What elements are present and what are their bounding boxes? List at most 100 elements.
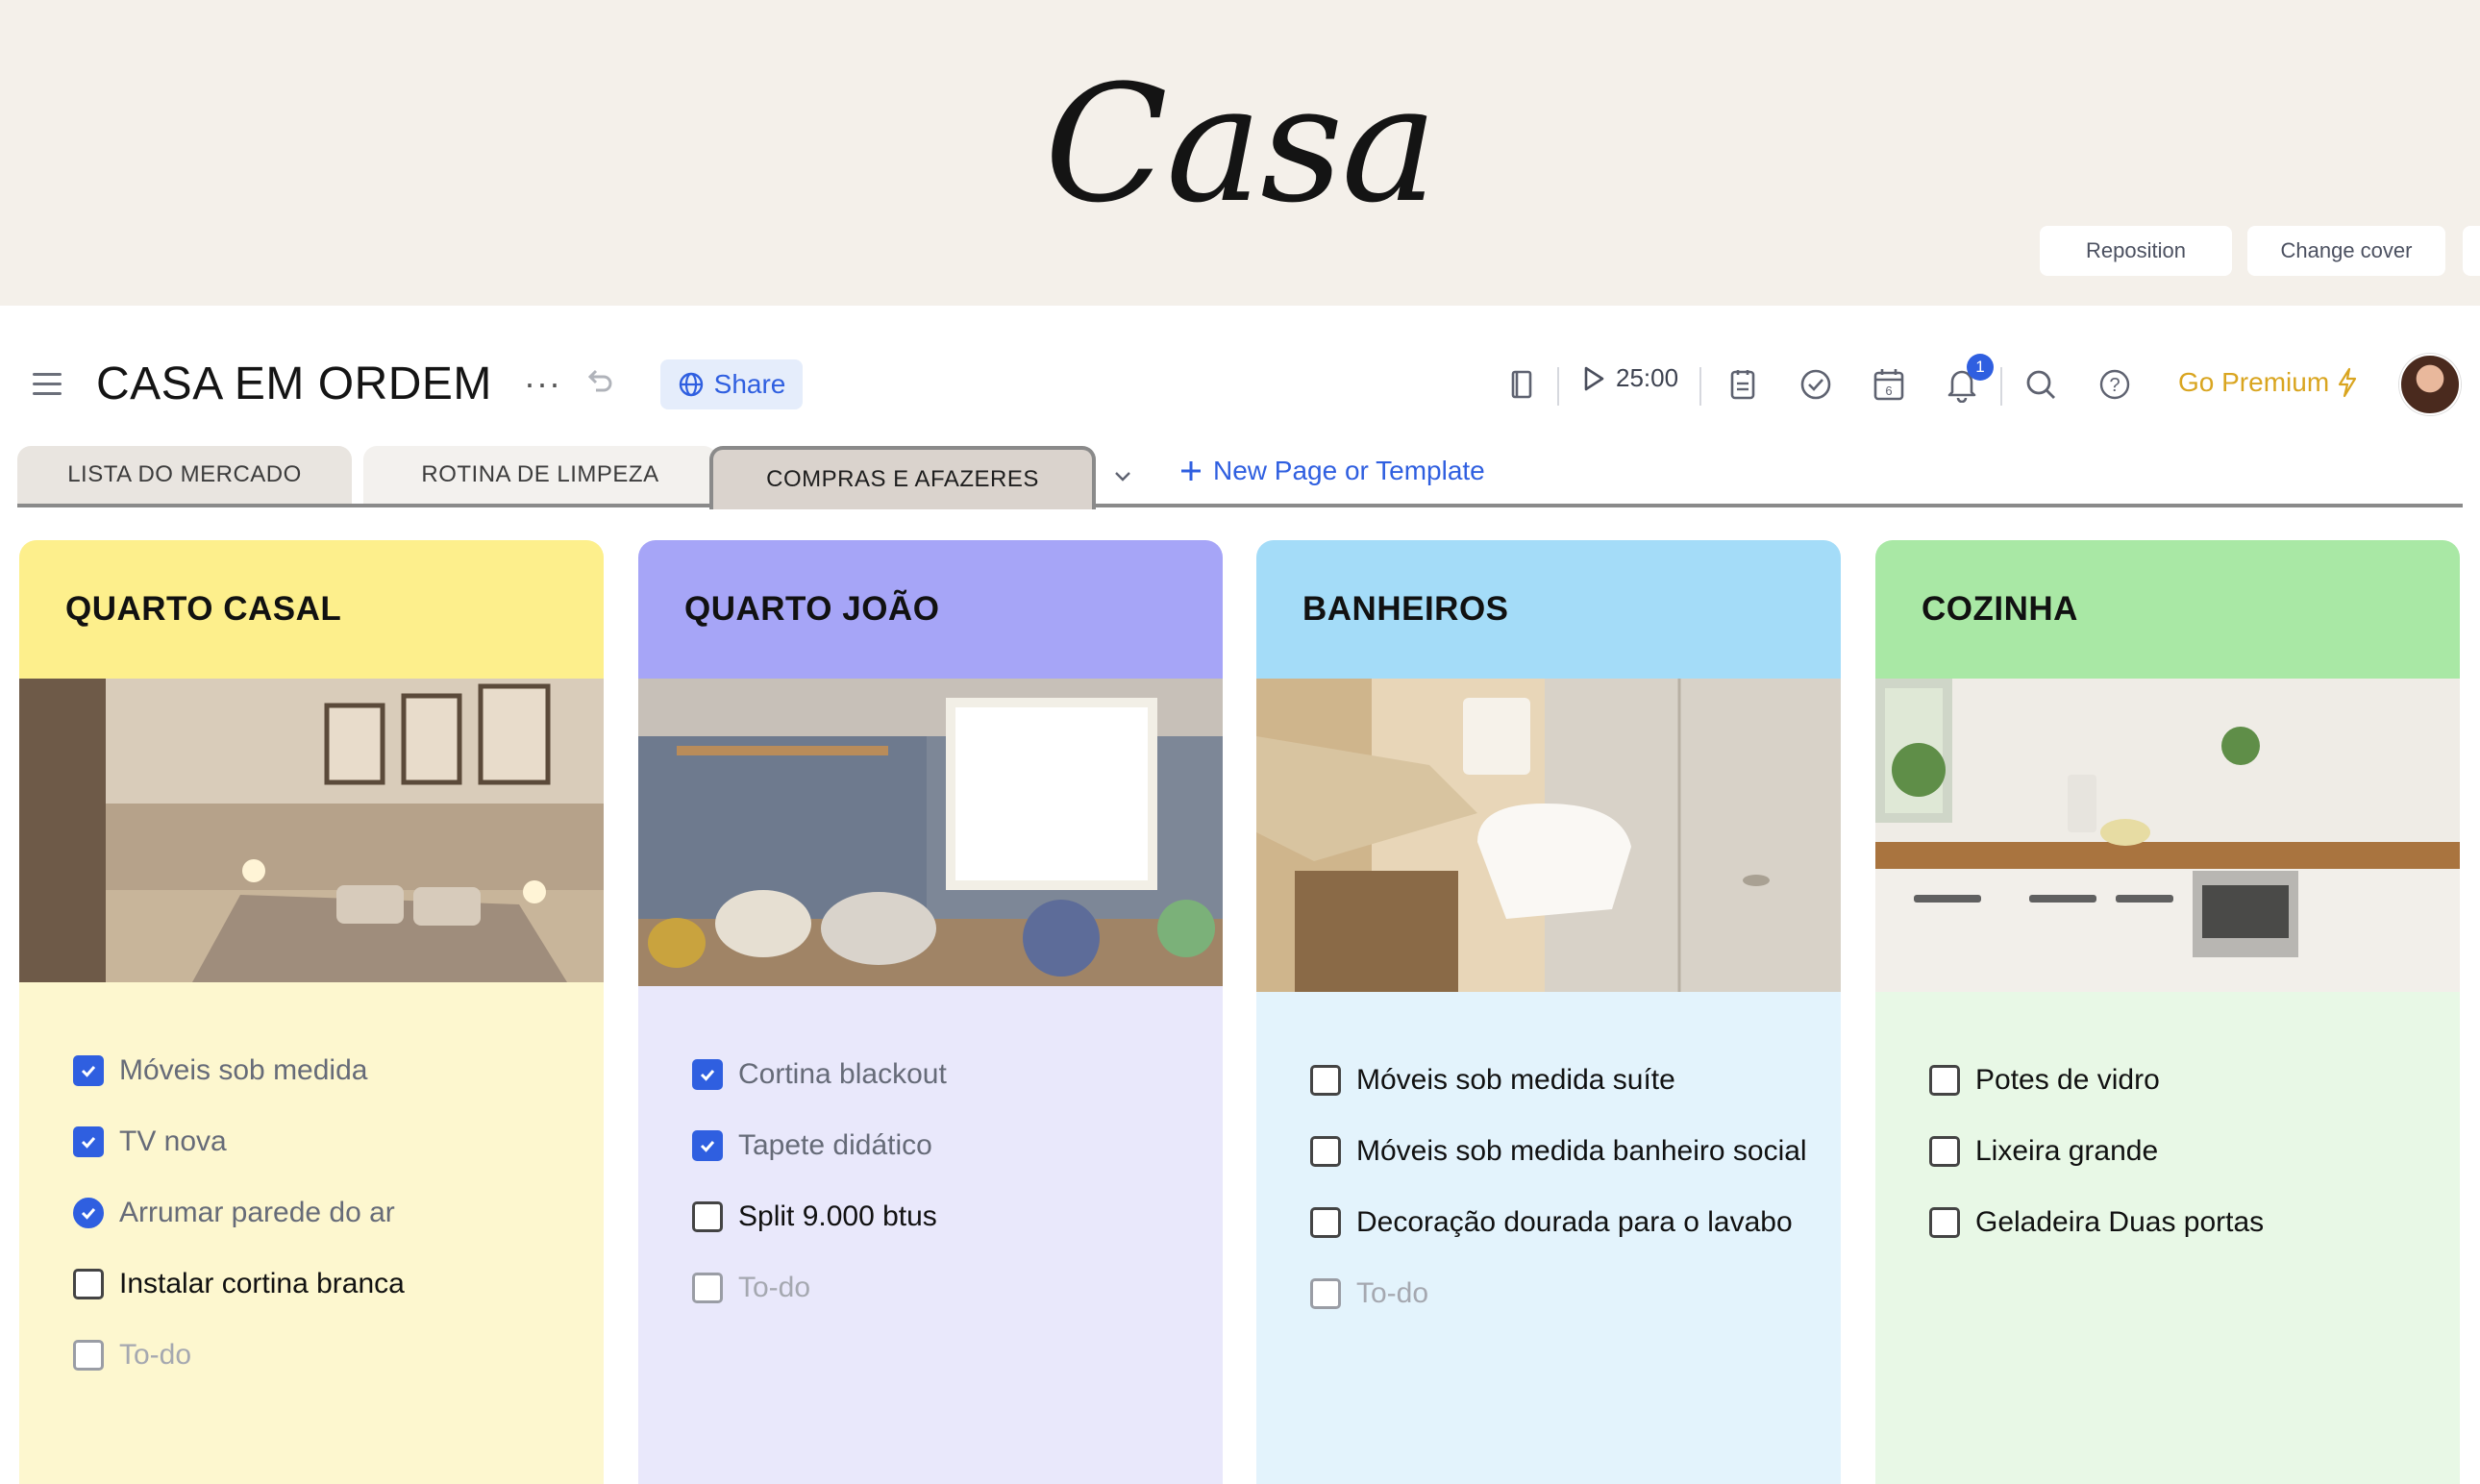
checkbox-checked-icon[interactable]	[73, 1055, 104, 1086]
todo-list: Móveis sob medida suíte Móveis sob medida…	[1256, 992, 1841, 1317]
checkbox-icon[interactable]	[1310, 1136, 1341, 1167]
user-avatar[interactable]	[2399, 354, 2461, 415]
calendar-icon[interactable]: 6	[1870, 365, 1908, 404]
tab-compras-e-afazeres[interactable]: COMPRAS E AFAZERES	[709, 446, 1096, 509]
checkbox-icon[interactable]	[1929, 1136, 1960, 1167]
search-icon[interactable]	[2021, 365, 2060, 404]
checkbox-checked-icon[interactable]	[73, 1126, 104, 1157]
column-title[interactable]: BANHEIROS	[1256, 540, 1841, 679]
todo-item[interactable]: Instalar cortina branca	[73, 1261, 604, 1307]
todo-item[interactable]: Cortina blackout	[692, 1051, 1223, 1098]
board-column: BANHEIROS Móveis sob medida suíte Móveis …	[1256, 540, 1841, 1484]
todo-list: Potes de vidro Lixeira grande Geladeira Du…	[1875, 992, 2460, 1246]
checkbox-icon[interactable]	[73, 1269, 104, 1299]
todo-item[interactable]: Split 9.000 btus	[692, 1194, 1223, 1240]
todo-item[interactable]: Arrumar parede do ar	[73, 1190, 604, 1236]
todo-text[interactable]: Lixeira grande	[1975, 1128, 2158, 1175]
todo-text[interactable]: Geladeira Duas portas	[1975, 1200, 2264, 1246]
todo-placeholder-text[interactable]: To-do	[1356, 1271, 1428, 1317]
column-title[interactable]: QUARTO CASAL	[19, 540, 604, 679]
notification-badge: 1	[1967, 354, 1994, 381]
cover-options-button[interactable]	[2463, 226, 2480, 276]
todo-text[interactable]: Instalar cortina branca	[119, 1261, 405, 1307]
calendar-day: 6	[1885, 383, 1892, 398]
todo-item[interactable]: TV nova	[73, 1119, 604, 1165]
play-icon	[1584, 366, 1604, 390]
premium-label: Go Premium	[2178, 367, 2330, 397]
column-title[interactable]: COZINHA	[1875, 540, 2460, 679]
checkbox-checked-icon[interactable]	[692, 1059, 723, 1090]
globe-icon	[679, 372, 703, 397]
column-title[interactable]: QUARTO JOÃO	[638, 540, 1223, 679]
help-icon[interactable]: ?	[2096, 365, 2134, 404]
change-cover-button[interactable]: Change cover	[2247, 226, 2445, 276]
bathroom-image	[1256, 679, 1841, 992]
todo-item[interactable]: Móveis sob medida suíte	[1310, 1057, 1841, 1103]
todo-item[interactable]: Tapete didático	[692, 1123, 1223, 1169]
page-tabs: LISTA DO MERCADO ROTINA DE LIMPEZA COMPR…	[17, 444, 2463, 509]
toolbar-divider	[2000, 367, 2002, 406]
pomodoro-timer[interactable]: 25:00	[1581, 363, 1678, 393]
todo-text[interactable]: Arrumar parede do ar	[119, 1190, 395, 1236]
todo-item[interactable]: Potes de vidro	[1929, 1057, 2460, 1103]
page-cover: Casa Reposition Change cover	[0, 0, 2480, 306]
board-column: COZINHA Potes de vidro Lixeira grande Gela…	[1875, 540, 2460, 1484]
share-button[interactable]: Share	[660, 359, 803, 409]
chevron-down-icon[interactable]	[1108, 461, 1137, 490]
more-options-icon[interactable]: ···	[524, 363, 561, 404]
checkbox-checked-icon[interactable]	[692, 1130, 723, 1161]
todo-item[interactable]: Móveis sob medida	[73, 1048, 604, 1094]
todo-text[interactable]: Móveis sob medida suíte	[1356, 1057, 1675, 1103]
checkbox-icon[interactable]	[1310, 1065, 1341, 1096]
checkbox-checked-icon[interactable]	[73, 1198, 104, 1228]
checkbox-icon[interactable]	[692, 1201, 723, 1232]
todo-text[interactable]: TV nova	[119, 1119, 227, 1165]
kitchen-image	[1875, 679, 2460, 992]
timer-value: 25:00	[1616, 363, 1679, 392]
book-icon[interactable]	[1502, 365, 1541, 404]
tab-lista-do-mercado[interactable]: LISTA DO MERCADO	[17, 446, 352, 504]
checkbox-icon[interactable]	[1929, 1065, 1960, 1096]
todo-list: Móveis sob medida TV nova Arrumar parede d…	[19, 982, 604, 1378]
todo-item[interactable]: Lixeira grande	[1929, 1128, 2460, 1175]
todo-item[interactable]: Geladeira Duas portas	[1929, 1200, 2460, 1246]
checkbox-icon[interactable]	[1310, 1278, 1341, 1309]
todo-placeholder[interactable]: To-do	[73, 1332, 604, 1378]
board-column: QUARTO CASAL Móveis sob medida TV nova Arr…	[19, 540, 604, 1484]
tab-rotina-de-limpeza[interactable]: ROTINA DE LIMPEZA	[363, 446, 717, 504]
todo-placeholder[interactable]: To-do	[692, 1265, 1223, 1311]
todo-text[interactable]: Decoração dourada para o lavabo	[1356, 1200, 1793, 1246]
notes-icon[interactable]	[1724, 365, 1762, 404]
todo-placeholder-text[interactable]: To-do	[738, 1265, 810, 1311]
reposition-button[interactable]: Reposition	[2040, 226, 2232, 276]
todo-text[interactable]: Cortina blackout	[738, 1051, 947, 1098]
cover-title: Casa	[1044, 50, 1437, 238]
checkbox-icon[interactable]	[73, 1340, 104, 1371]
new-page-button[interactable]: New Page or Template	[1178, 456, 1485, 486]
todo-item[interactable]: Móveis sob medida banheiro social	[1310, 1128, 1841, 1175]
todo-placeholder[interactable]: To-do	[1310, 1271, 1841, 1317]
plus-icon	[1181, 461, 1201, 481]
undo-icon[interactable]	[583, 363, 615, 396]
todo-text[interactable]: Split 9.000 btus	[738, 1194, 937, 1240]
todo-item[interactable]: Decoração dourada para o lavabo	[1310, 1200, 1841, 1246]
share-label: Share	[713, 369, 786, 399]
page-header: CASA EM ORDEM ··· Share 25:00 6 1 ? Go P…	[0, 336, 2480, 433]
checkbox-icon[interactable]	[692, 1273, 723, 1303]
new-page-label: New Page or Template	[1213, 456, 1485, 485]
todo-text[interactable]: Tapete didático	[738, 1123, 932, 1169]
todo-list: Cortina blackout Tapete didático Split 9.0…	[638, 986, 1223, 1311]
checkbox-icon[interactable]	[1310, 1207, 1341, 1238]
todo-text[interactable]: Potes de vidro	[1975, 1057, 2160, 1103]
menu-icon[interactable]	[33, 373, 62, 396]
todo-placeholder-text[interactable]: To-do	[119, 1332, 191, 1378]
todo-text[interactable]: Móveis sob medida	[119, 1048, 367, 1094]
page-title: CASA EM ORDEM	[96, 359, 492, 409]
go-premium-button[interactable]: Go Premium	[2178, 367, 2358, 398]
toolbar-divider	[1557, 367, 1559, 406]
check-circle-icon[interactable]	[1797, 365, 1835, 404]
todo-text[interactable]: Móveis sob medida banheiro social	[1356, 1128, 1807, 1175]
board-column: QUARTO JOÃO Cortina blackout Tapete didát…	[638, 540, 1223, 1484]
checkbox-icon[interactable]	[1929, 1207, 1960, 1238]
svg-text:?: ?	[2109, 375, 2120, 396]
